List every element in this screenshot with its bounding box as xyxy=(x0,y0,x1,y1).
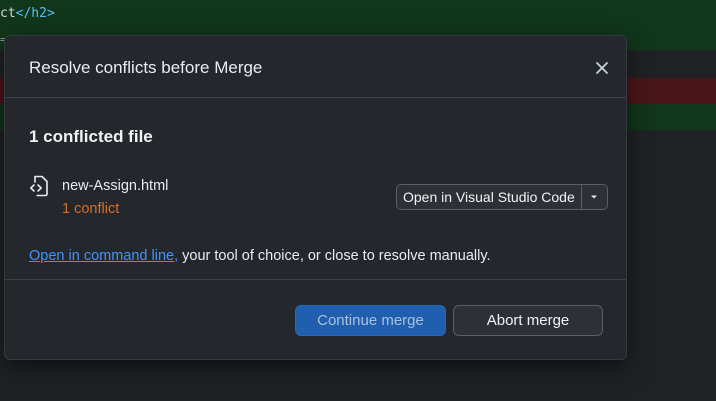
close-button[interactable] xyxy=(590,56,614,80)
open-in-editor-split-button: Open in Visual Studio Code xyxy=(396,184,608,210)
conflict-count: 1 conflict xyxy=(62,201,120,217)
dialog-title: Resolve conflicts before Merge xyxy=(29,58,263,77)
dialog-body: 1 conflicted file new-Assign.html 1 conf… xyxy=(5,98,626,280)
open-options-dropdown-button[interactable] xyxy=(582,185,607,209)
abort-merge-button[interactable]: Abort merge xyxy=(453,305,603,336)
file-code-icon xyxy=(30,175,48,197)
code-tag: </h2> xyxy=(15,6,55,21)
dialog-header: Resolve conflicts before Merge xyxy=(5,36,626,98)
file-name: new-Assign.html xyxy=(62,178,169,194)
code-line: ct</h2> xyxy=(0,6,55,21)
chevron-down-icon xyxy=(591,195,598,199)
open-command-line-link[interactable]: Open in command line, xyxy=(29,248,178,264)
resolve-conflicts-dialog: Resolve conflicts before Merge 1 conflic… xyxy=(4,35,627,360)
close-icon xyxy=(596,62,608,74)
help-text-rest: your tool of choice, or close to resolve… xyxy=(178,248,491,264)
open-in-vscode-button[interactable]: Open in Visual Studio Code xyxy=(397,185,582,209)
conflicted-files-heading: 1 conflicted file xyxy=(29,127,153,146)
continue-merge-button[interactable]: Continue merge xyxy=(295,305,446,336)
help-text: Open in command line, your tool of choic… xyxy=(29,248,491,264)
code-text: ct xyxy=(0,6,16,21)
